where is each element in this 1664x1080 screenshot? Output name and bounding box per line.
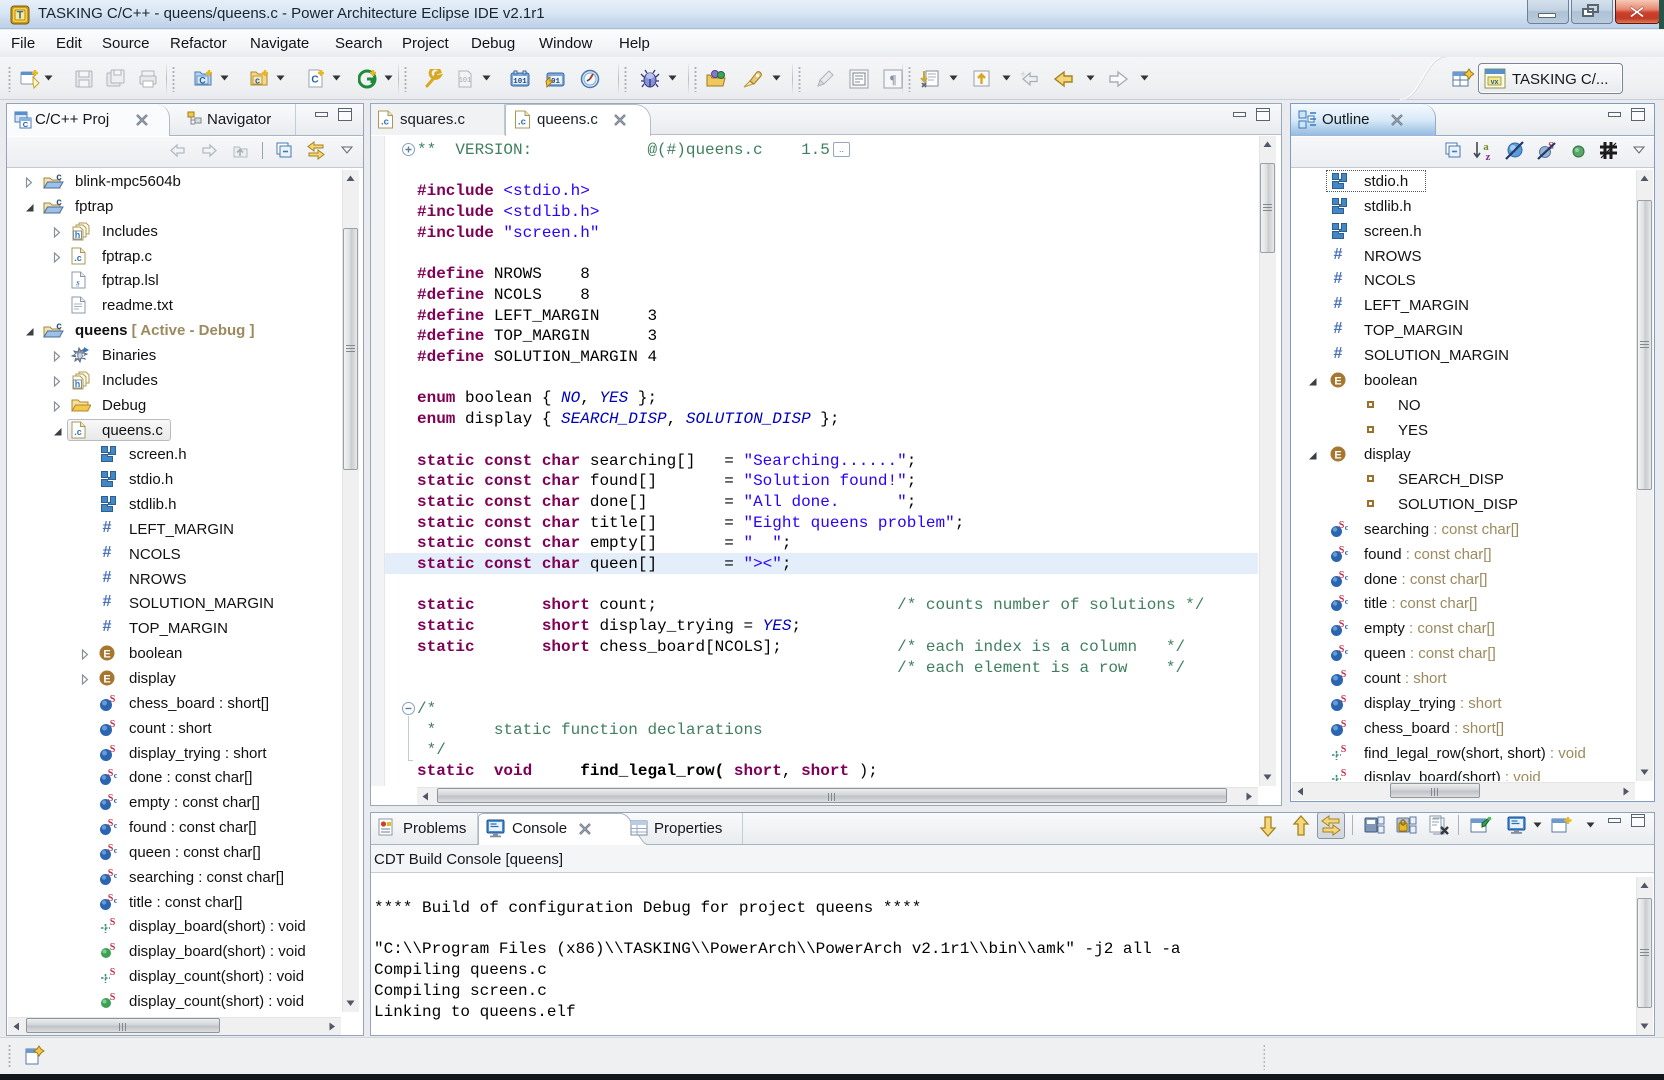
svg-text:c: c [114,796,118,805]
svg-text:E: E [1334,376,1341,388]
svg-text:c: c [114,871,118,880]
svg-text:S: S [1341,694,1347,705]
svg-text:S: S [110,917,116,928]
svg-text:.c: .c [74,253,82,263]
svg-text:E: E [103,649,110,661]
svg-text:.c: .c [518,117,526,128]
svg-text:c: c [255,76,260,86]
svg-text:E: E [103,674,110,686]
svg-text:c: c [114,771,118,780]
svg-text:S: S [110,744,116,755]
svg-text:S: S [110,967,116,978]
svg-text:c: c [1345,523,1349,532]
svg-text:C: C [311,75,318,86]
svg-text:c: c [114,846,118,855]
svg-text:C: C [199,76,206,86]
svg-text:S: S [1341,744,1347,755]
svg-text:101: 101 [513,78,527,86]
svg-text:C: C [23,120,29,129]
svg-text:S: S [1341,768,1347,779]
svg-text:.c: .c [381,117,389,128]
svg-text:c: c [114,821,118,830]
svg-text:S: S [1341,719,1347,730]
svg-text:h: h [75,379,81,389]
svg-text:E: E [1334,450,1341,462]
svg-text:S: S [110,942,116,953]
svg-text:.c: .c [74,427,82,437]
svg-text:101: 101 [459,77,472,85]
svg-text:c: c [56,197,62,208]
svg-text:S: S [110,719,116,730]
svg-text:c: c [56,321,62,332]
svg-text:c: c [1345,647,1349,656]
svg-text:¶: ¶ [889,72,896,87]
svg-text:c: c [1345,573,1349,582]
svg-text:c: c [1345,622,1349,631]
svg-text:vx: vx [1491,79,1499,86]
svg-text:S: S [110,992,116,1003]
svg-text:z: z [1486,151,1491,161]
svg-text:S: S [110,694,116,705]
svg-text:101: 101 [75,353,86,360]
svg-text:h: h [75,230,81,240]
svg-text:c: c [114,896,118,905]
svg-text:c: c [1345,548,1349,557]
svg-text:T: T [17,10,24,22]
svg-text:s̤: s̤ [75,277,80,287]
svg-text:c: c [56,172,62,183]
svg-text:c: c [1345,597,1349,606]
svg-text:S: S [1341,669,1347,680]
